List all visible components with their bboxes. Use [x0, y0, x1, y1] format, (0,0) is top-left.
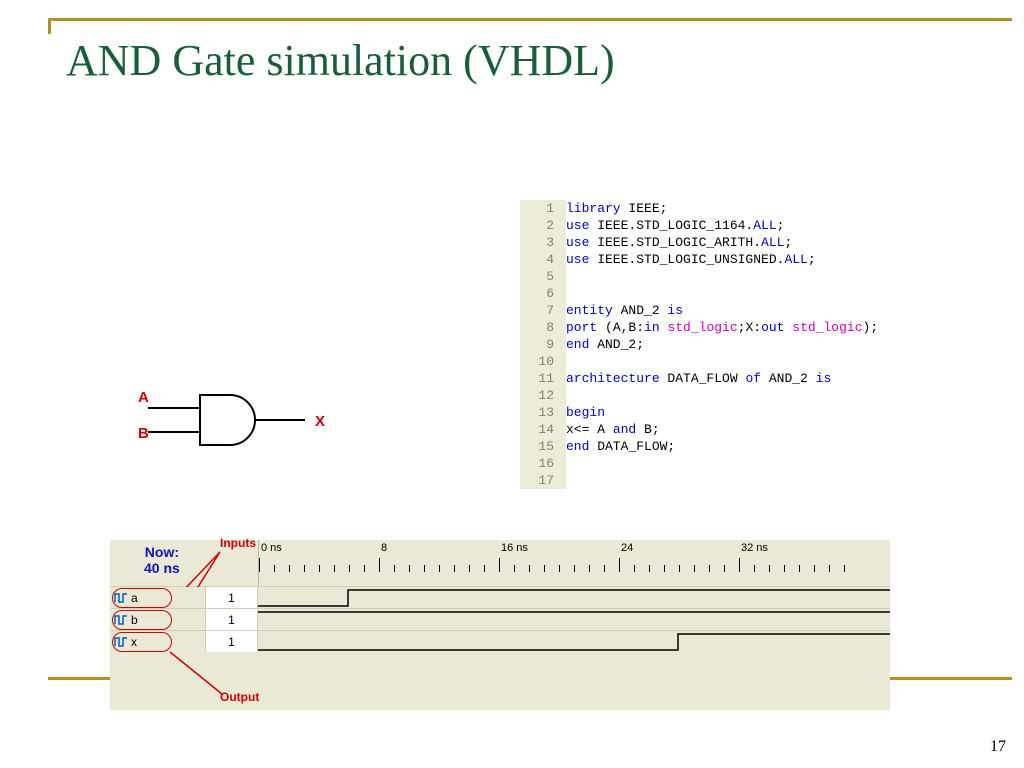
- waveform-icon: [114, 636, 128, 648]
- gate-input-a: A: [138, 389, 149, 406]
- time-ruler: 0 ns816 ns2432 ns: [258, 540, 890, 586]
- code-line: 7entity AND_2 is: [520, 302, 878, 319]
- gate-input-b: B: [138, 425, 149, 442]
- now-label: Now:40 ns: [144, 544, 180, 576]
- code-line: 10: [520, 353, 878, 370]
- code-line: 6: [520, 285, 878, 302]
- output-annotation: Output: [220, 690, 259, 704]
- signal-row: x1: [110, 630, 890, 652]
- code-line: 17: [520, 472, 878, 489]
- code-line: 9end AND_2;: [520, 336, 878, 353]
- and-gate-diagram: A B X: [130, 380, 340, 460]
- code-line: 8port (A,B:in std_logic;X:out std_logic)…: [520, 319, 878, 336]
- signal-row: b1: [110, 608, 890, 630]
- signal-row: a1: [110, 586, 890, 608]
- code-line: 12: [520, 387, 878, 404]
- code-line: 16: [520, 455, 878, 472]
- code-line: 2use IEEE.STD_LOGIC_1164.ALL;: [520, 217, 878, 234]
- code-line: 14x<= A and B;: [520, 421, 878, 438]
- top-rule: [64, 18, 1012, 21]
- vhdl-code-listing: 1library IEEE;2use IEEE.STD_LOGIC_1164.A…: [520, 200, 878, 489]
- code-line: 11architecture DATA_FLOW of AND_2 is: [520, 370, 878, 387]
- page-title: AND Gate simulation (VHDL): [66, 35, 615, 86]
- inputs-annotation: Inputs: [220, 536, 256, 550]
- waveform-viewer: Now:40 ns Inputs 0 ns816 ns2432 ns a1b1x…: [110, 540, 890, 710]
- code-line: 1library IEEE;: [520, 200, 878, 217]
- code-line: 15end DATA_FLOW;: [520, 438, 878, 455]
- corner-bracket: [48, 18, 64, 34]
- code-line: 5: [520, 268, 878, 285]
- gate-output-x: X: [315, 413, 325, 430]
- waveform-icon: [114, 614, 128, 626]
- waveform-icon: [114, 592, 128, 604]
- page-number: 17: [990, 738, 1006, 756]
- code-line: 3use IEEE.STD_LOGIC_ARITH.ALL;: [520, 234, 878, 251]
- code-line: 4use IEEE.STD_LOGIC_UNSIGNED.ALL;: [520, 251, 878, 268]
- code-line: 13begin: [520, 404, 878, 421]
